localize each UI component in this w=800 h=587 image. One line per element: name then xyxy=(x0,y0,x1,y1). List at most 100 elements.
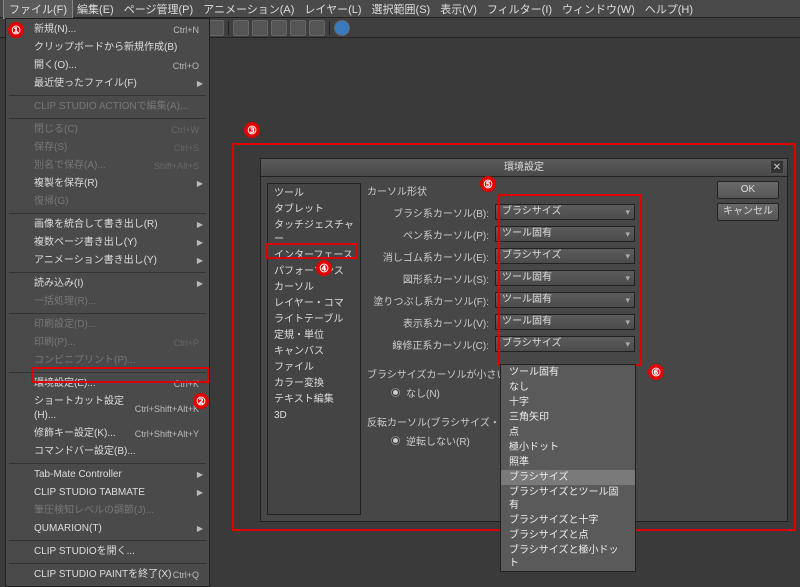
menu-item[interactable]: Tab-Mate Controller xyxy=(6,466,209,484)
menu-item[interactable]: 環境設定(E)...Ctrl+K xyxy=(6,375,209,393)
help-icon[interactable] xyxy=(334,20,350,36)
dialog-title-bar[interactable]: 環境設定 ✕ xyxy=(261,159,787,177)
combo-box[interactable]: ブラシサイズ xyxy=(495,336,635,352)
combo-box[interactable]: ツール固有 xyxy=(495,270,635,286)
popup-option[interactable]: 三角矢印 xyxy=(501,410,635,425)
cancel-button[interactable]: キャンセル xyxy=(717,203,779,221)
form-label: 消しゴム系カーソル(E): xyxy=(367,249,495,264)
close-icon[interactable]: ✕ xyxy=(770,160,784,174)
menu-item[interactable]: CLIP STUDIO PAINTを終了(X)Ctrl+Q xyxy=(6,566,209,584)
popup-option[interactable]: 十字 xyxy=(501,395,635,410)
menu-item[interactable]: ヘルプ(H) xyxy=(640,0,698,18)
combo-box[interactable]: ツール固有 xyxy=(495,226,635,242)
menu-item: 別名で保存(A)...Shift+Alt+S xyxy=(6,157,209,175)
toolbar-button[interactable] xyxy=(252,20,268,36)
category-item[interactable]: テキスト編集 xyxy=(268,392,360,408)
toolbar-separator xyxy=(329,21,330,35)
popup-option[interactable]: 点 xyxy=(501,425,635,440)
menu-item[interactable]: 複数ページ書き出し(Y) xyxy=(6,234,209,252)
combo-box[interactable]: ツール固有 xyxy=(495,314,635,330)
category-item[interactable]: タブレット xyxy=(268,202,360,218)
menu-item[interactable]: アニメーション(A) xyxy=(198,0,299,18)
category-item[interactable]: パフォーマンス xyxy=(268,264,360,280)
menu-item-label: CLIP STUDIO TABMATE xyxy=(34,486,145,500)
category-item[interactable]: ファイル xyxy=(268,360,360,376)
toolbar-separator xyxy=(228,21,229,35)
menu-item-label: 環境設定(E)... xyxy=(34,377,96,391)
toolbar-button[interactable] xyxy=(290,20,306,36)
popup-option[interactable]: ツール固有 xyxy=(501,365,635,380)
toolbar-button[interactable] xyxy=(309,20,325,36)
menu-separator xyxy=(9,213,206,214)
menu-item[interactable]: CLIP STUDIO TABMATE xyxy=(6,484,209,502)
category-item[interactable]: 定規・単位 xyxy=(268,328,360,344)
combo-box[interactable]: ブラシサイズ xyxy=(495,248,635,264)
menu-item[interactable]: 選択範囲(S) xyxy=(367,0,436,18)
menu-item-label: 最近使ったファイル(F) xyxy=(34,77,137,91)
popup-option[interactable]: 照準 xyxy=(501,455,635,470)
menu-item[interactable]: フィルター(I) xyxy=(482,0,557,18)
menu-item-label: ショートカット設定(H)... xyxy=(34,395,135,423)
radio-icon[interactable] xyxy=(391,388,400,397)
popup-option[interactable]: ブラシサイズと点 xyxy=(501,528,635,543)
category-item[interactable]: 3D xyxy=(268,408,360,424)
menu-item-label: 複製を保存(R) xyxy=(34,177,98,191)
menu-item[interactable]: ショートカット設定(H)...Ctrl+Shift+Alt+K xyxy=(6,393,209,425)
menu-item[interactable]: ウィンドウ(W) xyxy=(557,0,640,18)
toolbar-button[interactable] xyxy=(271,20,287,36)
combo-box[interactable]: ツール固有 xyxy=(495,292,635,308)
menu-item-label: QUMARION(T) xyxy=(34,522,102,536)
menu-item[interactable]: アニメーション書き出し(Y) xyxy=(6,252,209,270)
menu-item[interactable]: 最近使ったファイル(F) xyxy=(6,75,209,93)
menu-item-label: クリップボードから新規作成(B) xyxy=(34,41,177,55)
category-item[interactable]: ライトテーブル xyxy=(268,312,360,328)
popup-option[interactable]: ブラシサイズと極小ドット xyxy=(501,543,635,571)
menu-separator xyxy=(9,372,206,373)
menu-item[interactable]: コマンドバー設定(B)... xyxy=(6,443,209,461)
shortcut-label: Ctrl+P xyxy=(174,336,199,350)
menu-item[interactable]: 画像を統合して書き出し(R) xyxy=(6,216,209,234)
popup-option[interactable]: なし xyxy=(501,380,635,395)
category-item[interactable]: レイヤー・コマ xyxy=(268,296,360,312)
menu-item-label: CLIP STUDIO ACTIONで編集(A)... xyxy=(34,100,188,114)
menu-item[interactable]: ページ管理(P) xyxy=(119,0,198,18)
ok-button[interactable]: OK xyxy=(717,181,779,199)
category-item[interactable]: ツール xyxy=(268,186,360,202)
popup-option[interactable]: ブラシサイズ xyxy=(501,470,635,485)
form-label: 線修正系カーソル(C): xyxy=(367,337,495,352)
popup-option[interactable]: 極小ドット xyxy=(501,440,635,455)
menu-item: 筆圧検知レベルの調節(J)... xyxy=(6,502,209,520)
menu-item[interactable]: レイヤー(L) xyxy=(299,0,366,18)
menu-item: 一括処理(R)... xyxy=(6,293,209,311)
menu-item[interactable]: 複製を保存(R) xyxy=(6,175,209,193)
combo-box[interactable]: ブラシサイズ xyxy=(495,204,635,220)
menu-separator xyxy=(9,95,206,96)
category-item[interactable]: タッチジェスチャー xyxy=(268,218,360,248)
cursor-options-popup: ツール固有なし十字三角矢印点極小ドット照準ブラシサイズブラシサイズとツール固有ブ… xyxy=(500,364,636,572)
shortcut-label: Ctrl+O xyxy=(173,59,199,73)
menu-item[interactable]: CLIP STUDIOを開く... xyxy=(6,543,209,561)
category-item[interactable]: カーソル xyxy=(268,280,360,296)
menu-item[interactable]: 新規(N)...Ctrl+N xyxy=(6,21,209,39)
popup-option[interactable]: ブラシサイズと十字 xyxy=(501,513,635,528)
toolbar-button[interactable] xyxy=(208,20,224,36)
menu-item[interactable]: 開く(O)...Ctrl+O xyxy=(6,57,209,75)
file-menu-dropdown: 新規(N)...Ctrl+N クリップボードから新規作成(B) 開く(O)...Ct… xyxy=(5,18,210,587)
menu-item[interactable]: 読み込み(I) xyxy=(6,275,209,293)
menu-item[interactable]: 表示(V) xyxy=(435,0,482,18)
menubar: ファイル(F)編集(E)ページ管理(P)アニメーション(A)レイヤー(L)選択範… xyxy=(0,0,800,18)
menu-item[interactable]: 編集(E) xyxy=(72,0,119,18)
menu-item[interactable]: ファイル(F) xyxy=(4,0,72,18)
menu-item-label: 閉じる(C) xyxy=(34,123,78,137)
category-item[interactable]: インターフェース xyxy=(268,248,360,264)
menu-separator xyxy=(9,313,206,314)
radio-icon[interactable] xyxy=(391,436,400,445)
category-item[interactable]: キャンバス xyxy=(268,344,360,360)
menu-item-label: 一括処理(R)... xyxy=(34,295,96,309)
menu-item[interactable]: 修飾キー設定(K)...Ctrl+Shift+Alt+Y xyxy=(6,425,209,443)
toolbar-button[interactable] xyxy=(233,20,249,36)
popup-option[interactable]: ブラシサイズとツール固有 xyxy=(501,485,635,513)
menu-item[interactable]: クリップボードから新規作成(B) xyxy=(6,39,209,57)
category-item[interactable]: カラー変換 xyxy=(268,376,360,392)
menu-item[interactable]: QUMARION(T) xyxy=(6,520,209,538)
